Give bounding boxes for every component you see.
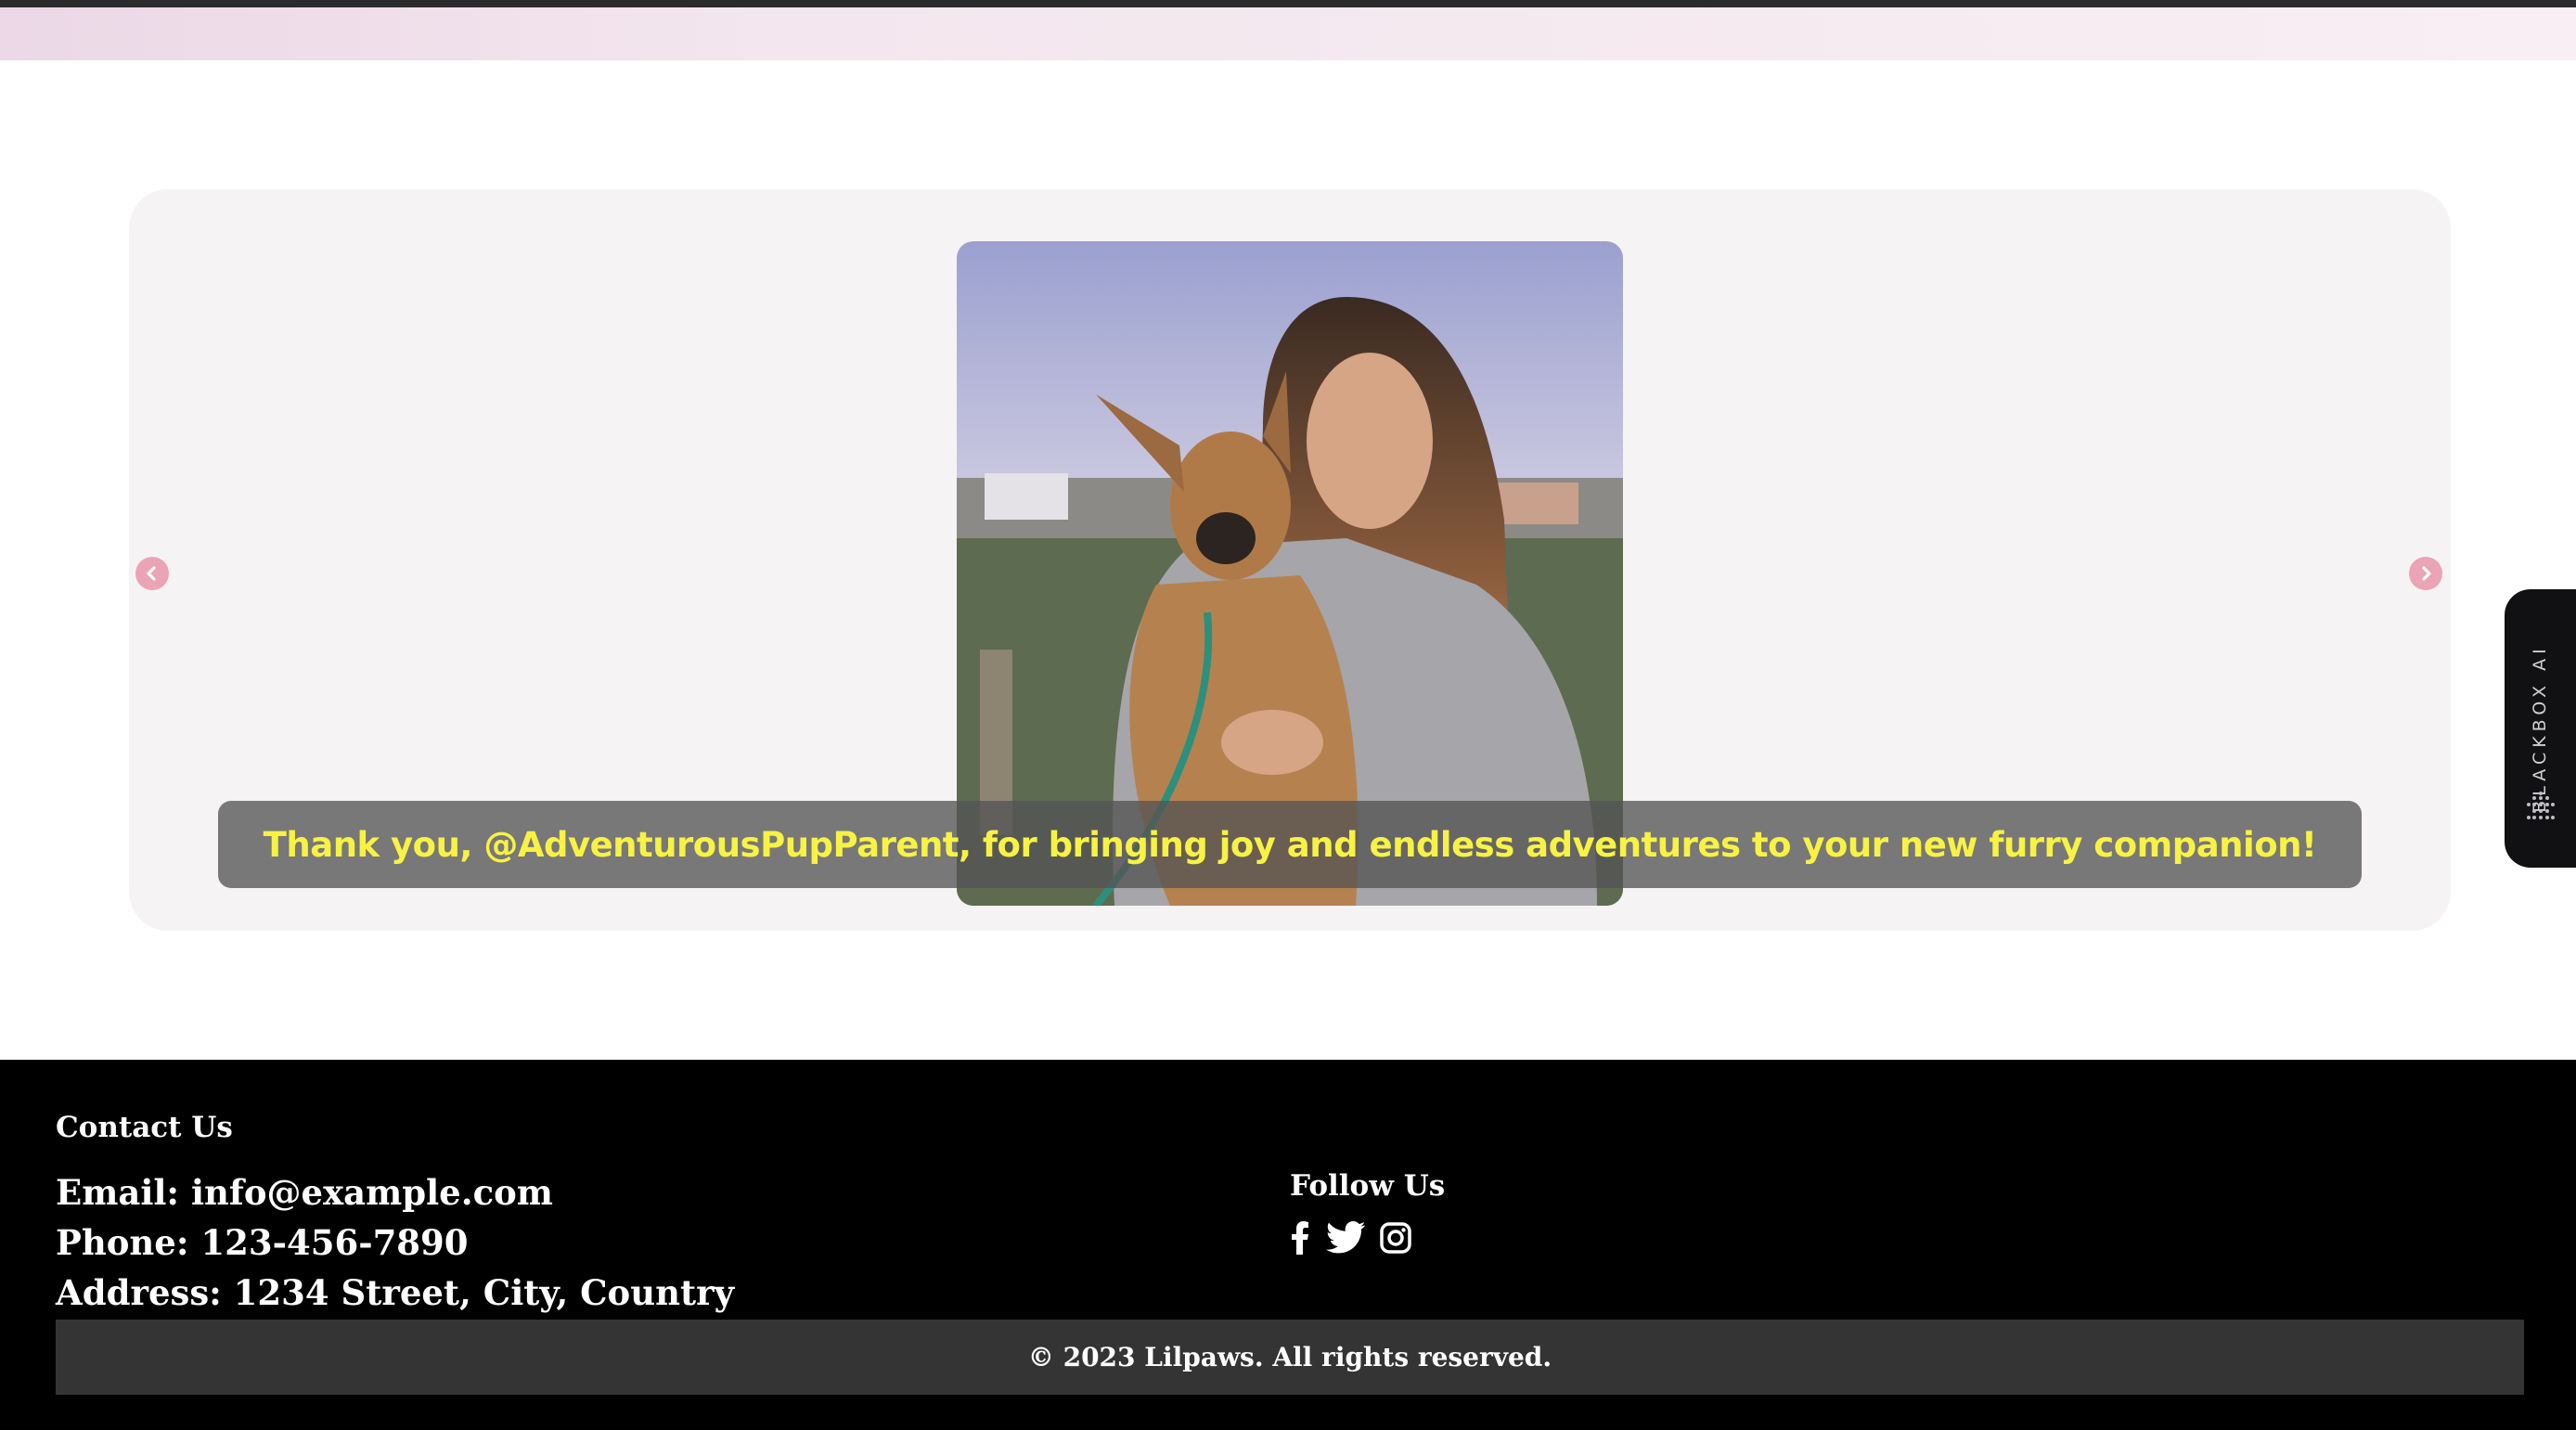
contact-heading: Contact Us [56,1111,233,1144]
copyright-text: © 2023 Lilpaws. All rights reserved. [1027,1342,1552,1372]
carousel-next-button[interactable] [2409,557,2442,590]
contact-address: Address: 1234 Street, City, Country [56,1272,735,1313]
facebook-link[interactable] [1286,1219,1314,1256]
instagram-icon [1380,1222,1411,1254]
follow-heading: Follow Us [1290,1169,1446,1203]
twitter-link[interactable] [1325,1219,1366,1256]
top-border [0,0,2576,7]
chevron-left-icon [147,566,156,581]
blackbox-ai-widget[interactable]: BLACKBOX AI [2505,589,2576,868]
carousel-prev-button[interactable] [135,557,169,590]
contact-email: Email: info@example.com [56,1172,553,1213]
chevron-right-icon [2422,566,2431,581]
header-band [0,7,2576,60]
copyright-bar: © 2023 Lilpaws. All rights reserved. [56,1320,2524,1395]
testimonial-caption: Thank you, @AdventurousPupParent, for br… [263,824,2317,865]
instagram-link[interactable] [1377,1219,1414,1256]
testimonial-carousel: Thank you, @AdventurousPupParent, for br… [129,189,2451,931]
testimonial-caption-bar: Thank you, @AdventurousPupParent, for br… [218,801,2362,888]
contact-phone: Phone: 123-456-7890 [56,1222,469,1263]
twitter-icon [1325,1221,1366,1254]
facebook-icon [1292,1221,1308,1255]
blackbox-logo-icon [2527,792,2555,819]
site-footer: Contact Us Email: info@example.com Phone… [0,1060,2576,1430]
blackbox-ai-label: BLACKBOX AI [2530,644,2550,813]
